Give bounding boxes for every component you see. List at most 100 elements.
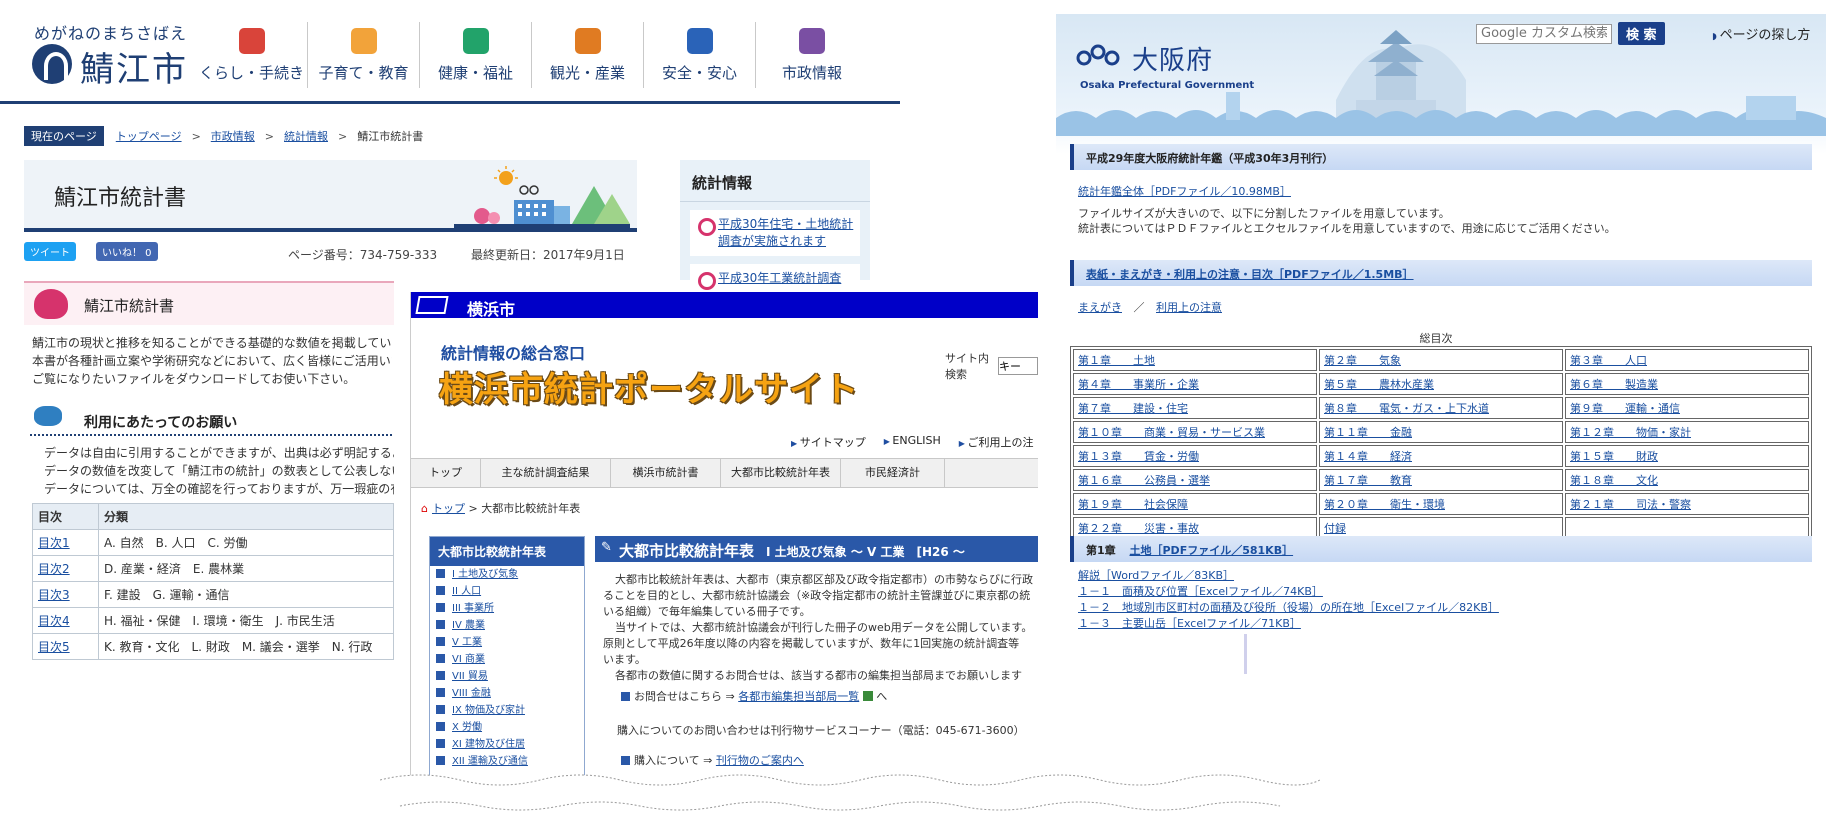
- gnav-item[interactable]: 市民経済計: [841, 459, 945, 487]
- publications-link[interactable]: 刊行物のご案内へ: [716, 754, 804, 767]
- site-search-input[interactable]: [998, 357, 1038, 375]
- toc-link[interactable]: 目次2: [38, 562, 70, 576]
- cover-heading: 表紙・まえがき・利用上の注意・目次［PDFファイル／1.5MB］: [1070, 260, 1812, 286]
- utility-link[interactable]: ENGLISH: [884, 434, 940, 450]
- chapter-link[interactable]: 第１６章 公務員・選挙: [1078, 474, 1210, 487]
- chapter1-files: 解説［Wordファイル／83KB］ １－１ 面積及び位置［Excelファイル／74…: [1078, 568, 1499, 632]
- table-cell-category: F. 建設 G. 運輸・通信: [98, 581, 394, 608]
- sabae-logo-icon[interactable]: [32, 44, 72, 84]
- utility-link[interactable]: サイトマップ: [791, 434, 866, 450]
- like-button[interactable]: いいね！ 0: [96, 242, 158, 261]
- table-row: 目次5 K. 教育・文化 L. 財政 M. 議会・選挙 N. 行政: [32, 633, 394, 660]
- toc-link[interactable]: 目次1: [38, 536, 70, 550]
- chapter-link[interactable]: 第２２章 災害・事故: [1078, 522, 1199, 535]
- nav-item[interactable]: くらし・手続き: [196, 22, 308, 88]
- chapter-link[interactable]: 第１３章 賃金・労働: [1078, 450, 1199, 463]
- sidebar-item-industry-survey[interactable]: 平成30年工業統計調査: [690, 264, 860, 293]
- osaka-search-input[interactable]: [1476, 23, 1612, 44]
- toc-link[interactable]: 目次5: [38, 640, 70, 654]
- sidebar-item-housing-survey[interactable]: 平成30年住宅・土地統計調査が実施されます: [690, 210, 860, 256]
- sabae-logo-name[interactable]: 鯖江市: [80, 42, 188, 91]
- table-cell: 第１３章 賃金・労働: [1073, 445, 1317, 467]
- full-pdf-link[interactable]: 統計年鑑全体［PDFファイル／10.98MB］: [1078, 184, 1291, 199]
- nav-item[interactable]: 観光・産業: [532, 22, 644, 88]
- cover-pdf-link[interactable]: 表紙・まえがき・利用上の注意・目次［PDFファイル／1.5MB］: [1086, 268, 1414, 281]
- gnav-item[interactable]: 横浜市統計書: [611, 459, 721, 487]
- chapter-link[interactable]: 第１２章 物価・家計: [1570, 426, 1691, 439]
- chapter-link[interactable]: 第２章 気象: [1324, 354, 1401, 367]
- heart-icon: [462, 28, 489, 54]
- nav-item[interactable]: 健康・福祉: [420, 22, 532, 88]
- chapter-link[interactable]: 第６章 製造業: [1570, 378, 1658, 391]
- flower-icon: [34, 289, 68, 319]
- chapter-link[interactable]: 第１４章 経済: [1324, 450, 1412, 463]
- utility-link[interactable]: ご利用上の注: [959, 434, 1033, 450]
- chapter-link[interactable]: 付録: [1324, 522, 1346, 535]
- chapter-link[interactable]: 第１５章 財政: [1570, 450, 1658, 463]
- left-nav-item[interactable]: VI 商業: [430, 651, 584, 668]
- breadcrumb-link[interactable]: 市政情報: [211, 128, 255, 144]
- breadcrumb-here-label: 現在のページ: [24, 126, 104, 146]
- chapter-link[interactable]: 第１９章 社会保障: [1078, 498, 1188, 511]
- osaka-emblem-icon[interactable]: [1076, 40, 1126, 70]
- portal-subtitle: 統計情報の総合窓口: [441, 344, 586, 363]
- file-link[interactable]: １－２ 地域別市区町村の面積及び役所（役場）の所在地［Excelファイル／82K…: [1078, 600, 1499, 616]
- chapter-link[interactable]: 第１７章 教育: [1324, 474, 1412, 487]
- breadcrumb-top[interactable]: トップ: [432, 502, 465, 515]
- left-nav-item[interactable]: IX 物価及び家計: [430, 702, 584, 719]
- nav-item[interactable]: 安全・安心: [644, 22, 756, 88]
- chapter-link[interactable]: 第９章 運輸・通信: [1570, 402, 1680, 415]
- chapter-link[interactable]: 第１８章 文化: [1570, 474, 1658, 487]
- osaka-name[interactable]: 大阪府: [1132, 40, 1213, 77]
- preface-link[interactable]: まえがき: [1078, 301, 1122, 314]
- portal-title[interactable]: 横浜市統計ポータルサイト: [439, 362, 859, 411]
- chapter-link[interactable]: 第７章 建設・住宅: [1078, 402, 1188, 415]
- left-nav-item[interactable]: XI 建物及び住居: [430, 736, 584, 753]
- chapter-link[interactable]: 第１０章 商業・貿易・サービス業: [1078, 426, 1265, 439]
- usage-notes-link[interactable]: 利用上の注意: [1156, 301, 1222, 314]
- chapter-link[interactable]: 第１１章 金融: [1324, 426, 1412, 439]
- osaka-page: 大阪府 Osaka Prefectural Government 検 索 ページ…: [1056, 14, 1826, 814]
- gnav-item[interactable]: 主な統計調査結果: [481, 459, 611, 487]
- tweet-button[interactable]: ツイート: [24, 242, 76, 261]
- file-link[interactable]: １－１ 面積及び位置［Excelファイル／74KB］: [1078, 584, 1499, 600]
- osaka-search-button[interactable]: 検 索: [1618, 22, 1665, 45]
- divider: [1244, 634, 1247, 674]
- gnav-item[interactable]: 大都市比較統計年表: [721, 459, 841, 487]
- left-nav-item[interactable]: VII 貿易: [430, 668, 584, 685]
- left-nav-item[interactable]: III 事業所: [430, 600, 584, 617]
- breadcrumb-link[interactable]: 統計情報: [284, 128, 328, 144]
- breadcrumb-link[interactable]: トップページ: [116, 128, 182, 144]
- left-nav-item[interactable]: VIII 金融: [430, 685, 584, 702]
- lock-icon: [686, 28, 713, 54]
- file-link[interactable]: １－３ 主要山岳［Excelファイル／71KB］: [1078, 616, 1499, 632]
- yokohama-bar-title[interactable]: 横浜市: [467, 296, 515, 320]
- chapter-link[interactable]: 第８章 電気・ガス・上下水道: [1324, 402, 1489, 415]
- left-nav-item[interactable]: I 土地及び気象: [430, 566, 584, 583]
- left-nav-item[interactable]: IV 農業: [430, 617, 584, 634]
- chapter-link[interactable]: 第４章 事業所・企業: [1078, 378, 1199, 391]
- gnav-item[interactable]: トップ: [411, 459, 481, 487]
- toc-link[interactable]: 目次3: [38, 588, 70, 602]
- nav-item[interactable]: 子育て・教育: [308, 22, 420, 88]
- chapter-link[interactable]: 第２０章 衛生・環境: [1324, 498, 1445, 511]
- toc-link[interactable]: 目次4: [38, 614, 70, 628]
- left-nav: 大都市比較統計年表 I 土地及び気象 II 人口 III 事業所 IV 農業 V 工業 V…: [429, 536, 585, 792]
- find-page-link[interactable]: ページの探し方: [1712, 24, 1811, 43]
- contact-link[interactable]: 各都市編集担当部局一覧: [738, 690, 859, 703]
- chapter-link[interactable]: 第２１章 司法・警察: [1570, 498, 1691, 511]
- file-link[interactable]: 解説［Wordファイル／83KB］: [1078, 568, 1499, 584]
- left-nav-item[interactable]: V 工業: [430, 634, 584, 651]
- left-nav-item[interactable]: XII 運輸及び通信: [430, 753, 584, 770]
- body-line: 各都市の数値に関するお問合せは、該当する都市の編集担当部局までお願いします: [615, 669, 1022, 682]
- chapter-link[interactable]: 第５章 農林水産業: [1324, 378, 1434, 391]
- table-cell: 第１５章 財政: [1565, 445, 1809, 467]
- arrow-label: ⇒: [703, 754, 713, 767]
- chapter-link[interactable]: 第１章 土地: [1078, 354, 1155, 367]
- nav-item[interactable]: 市政情報: [756, 22, 868, 88]
- left-nav-item[interactable]: X 労働: [430, 719, 584, 736]
- left-nav-item[interactable]: II 人口: [430, 583, 584, 600]
- chapter-link[interactable]: 第３章 人口: [1570, 354, 1647, 367]
- table-row: 第４章 事業所・企業 第５章 農林水産業 第６章 製造業: [1073, 373, 1809, 395]
- chapter1-pdf-link[interactable]: 土地［PDFファイル／581KB］: [1130, 544, 1294, 557]
